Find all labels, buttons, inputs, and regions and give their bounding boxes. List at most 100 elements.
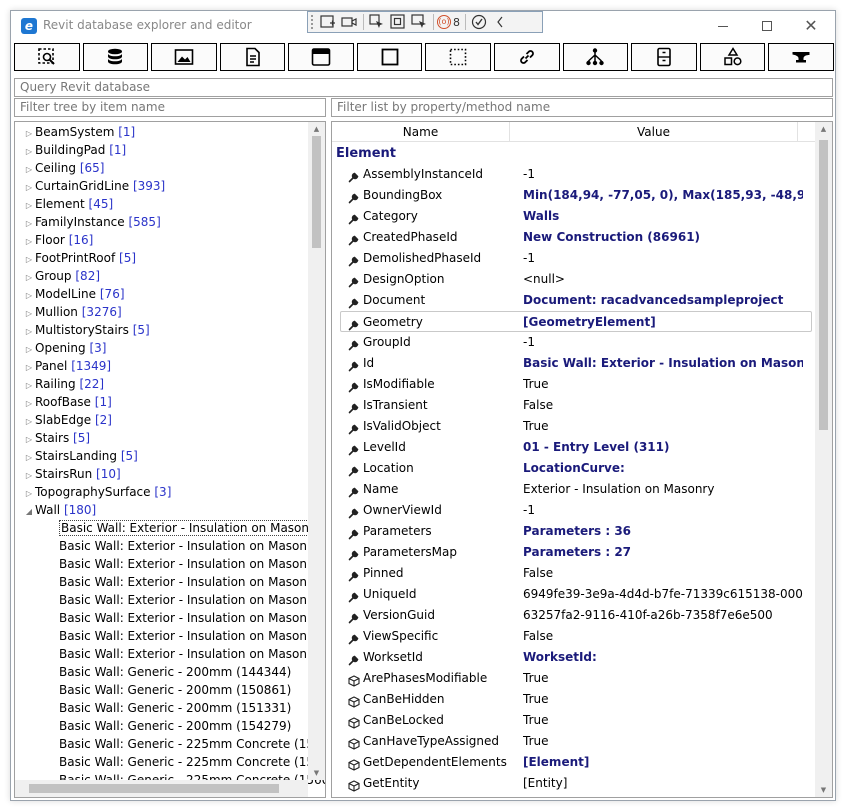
tree-child-item[interactable]: Basic Wall: Generic - 225mm Concrete (15… (15, 753, 325, 771)
tree-item[interactable]: ▷ FootPrintRoof [5] (15, 249, 325, 267)
properties-vertical-scrollbar[interactable]: ▲ ▼ (815, 122, 832, 797)
property-row[interactable]: CanHaveTypeAssigned True (332, 731, 816, 752)
add-frame-button[interactable] (318, 13, 338, 31)
collapse-toolbar-button[interactable] (490, 13, 510, 31)
list-filter-input[interactable]: Filter list by property/method name (331, 98, 833, 117)
query-input[interactable]: Query Revit database (14, 78, 833, 97)
tree-child-item[interactable]: Basic Wall: Exterior - Insulation on Mas… (15, 519, 325, 537)
tree-child-item[interactable]: Basic Wall: Exterior - Insulation on Mas… (15, 573, 325, 591)
snoop-forge-button[interactable] (768, 43, 834, 71)
tree-child-item[interactable]: Basic Wall: Exterior - Insulation on Mas… (15, 591, 325, 609)
property-value[interactable]: Parameters : 36 (523, 521, 803, 542)
tree-item[interactable]: ▷ StairsRun [10] (15, 465, 325, 483)
property-row[interactable]: AssemblyInstanceId -1 (332, 164, 816, 185)
property-value[interactable]: [Element] (523, 752, 803, 773)
property-row[interactable]: Category Walls (332, 206, 816, 227)
property-row[interactable]: CanBeHidden True (332, 689, 816, 710)
tree-item[interactable]: ▷ Floor [16] (15, 231, 325, 249)
property-row[interactable]: OwnerViewId -1 (332, 500, 816, 521)
snoop-shapes-button[interactable] (699, 43, 766, 71)
snoop-database-button[interactable] (82, 43, 149, 71)
tree-child-item[interactable]: Basic Wall: Exterior - Insulation on Mas… (15, 627, 325, 645)
property-row[interactable]: GroupId -1 (332, 332, 816, 353)
video-button[interactable] (339, 13, 359, 31)
maximize-button[interactable] (747, 15, 787, 37)
tree-item[interactable]: ▷ TopographySurface [3] (15, 483, 325, 501)
tree-child-item[interactable]: Basic Wall: Exterior - Insulation on Mas… (15, 609, 325, 627)
minimize-button[interactable] (703, 15, 743, 37)
property-row[interactable]: IsValidObject True (332, 416, 816, 437)
tree-child-item[interactable]: Basic Wall: Exterior - Insulation on Mas… (15, 645, 325, 663)
scroll-up-icon[interactable]: ▲ (815, 122, 832, 136)
element-select-button[interactable] (409, 13, 429, 31)
tree-child-item[interactable]: Basic Wall: Generic - 200mm (150861) (15, 681, 325, 699)
properties-scroll-thumb[interactable] (819, 140, 828, 430)
property-row[interactable]: IsModifiable True (332, 374, 816, 395)
property-value[interactable]: Document: racadvancedsampleproject (523, 290, 803, 311)
column-header-name[interactable]: Name (332, 122, 510, 141)
scroll-down-icon[interactable]: ▼ (308, 766, 325, 780)
tree-child-item[interactable]: Basic Wall: Generic - 225mm Concrete (15… (15, 735, 325, 753)
snoop-document-button[interactable] (219, 43, 286, 71)
tree-item-expanded[interactable]: ◢ Wall [180] (15, 501, 325, 519)
tree-filter-input[interactable]: Filter tree by item name (14, 98, 326, 117)
tree-item[interactable]: ▷ Ceiling [65] (15, 159, 325, 177)
pointer-select-button[interactable] (367, 13, 387, 31)
property-row[interactable]: GetEntity [Entity] (332, 773, 816, 794)
property-row[interactable]: Name Exterior - Insulation on Masonry (332, 479, 816, 500)
property-value[interactable]: [GeometryElement] (523, 312, 803, 333)
tree-item[interactable]: ▷ StairsLanding [5] (15, 447, 325, 465)
tree-item[interactable]: ▷ FamilyInstance [585] (15, 213, 325, 231)
snoop-face-button[interactable] (356, 43, 423, 71)
property-row[interactable]: ArePhasesModifiable True (332, 668, 816, 689)
property-row[interactable]: Location LocationCurve: (332, 458, 816, 479)
property-value[interactable]: Walls (523, 206, 803, 227)
property-value[interactable]: New Construction (86961) (523, 227, 803, 248)
property-row[interactable]: LevelId 01 - Entry Level (311) (332, 437, 816, 458)
tree-child-item[interactable]: Basic Wall: Exterior - Insulation on Mas… (15, 537, 325, 555)
tree-item[interactable]: ▷ CurtainGridLine [393] (15, 177, 325, 195)
property-value[interactable]: 01 - Entry Level (311) (523, 437, 803, 458)
property-row[interactable]: VersionGuid 63257fa2-9116-410f-a26b-7358f… (332, 605, 816, 626)
snoop-view-button[interactable] (151, 43, 217, 71)
property-row[interactable]: WorksetId WorksetId: (332, 647, 816, 668)
tree-scroll-thumb[interactable] (312, 136, 321, 248)
property-row[interactable]: ViewSpecific False (332, 626, 816, 647)
region-select-button[interactable] (388, 13, 408, 31)
tree-item[interactable]: ▷ ModelLine [76] (15, 285, 325, 303)
property-value[interactable]: LocationCurve: (523, 458, 803, 479)
property-value[interactable]: Min(184,94, -77,05, 0), Max(185,93, -48,… (523, 185, 803, 206)
snoop-schemas-button[interactable] (631, 43, 697, 71)
issues-badge[interactable]: (o) 8 (437, 15, 460, 29)
property-row[interactable]: Geometry [GeometryElement] (340, 311, 812, 332)
scroll-up-icon[interactable]: ▲ (308, 122, 325, 136)
tree-item[interactable]: ▷ BuildingPad [1] (15, 141, 325, 159)
tree-hscroll-thumb[interactable] (29, 784, 279, 793)
snoop-selection-button[interactable] (14, 43, 80, 71)
property-row[interactable]: IsTransient False (332, 395, 816, 416)
close-button[interactable]: ✕ (791, 15, 831, 37)
property-row[interactable]: DemolishedPhaseId -1 (332, 248, 816, 269)
column-header-value[interactable]: Value (510, 122, 798, 141)
tree-item[interactable]: ▷ Panel [1349] (15, 357, 325, 375)
tree-item[interactable]: ▷ Railing [22] (15, 375, 325, 393)
tree-child-item[interactable]: Basic Wall: Generic - 200mm (154279) (15, 717, 325, 735)
property-row[interactable]: UniqueId 6949fe39-3e9a-4d4d-b7fe-71339c61… (332, 584, 816, 605)
property-row[interactable]: CreatedPhaseId New Construction (86961) (332, 227, 816, 248)
tree-item[interactable]: ▷ Group [82] (15, 267, 325, 285)
tree-item[interactable]: ▷ Element [45] (15, 195, 325, 213)
snoop-link-button[interactable] (494, 43, 560, 71)
grip-handle[interactable] (311, 15, 315, 29)
property-row[interactable]: CanBeLocked True (332, 710, 816, 731)
tree-item[interactable]: ▷ BeamSystem [1] (15, 123, 325, 141)
property-row[interactable]: Document Document: racadvancedsampleproje… (332, 290, 816, 311)
property-value[interactable]: Basic Wall: Exterior - Insulation on Mas… (523, 353, 803, 374)
tree-item[interactable]: ▷ Opening [3] (15, 339, 325, 357)
tree-vertical-scrollbar[interactable]: ▲ ▼ (308, 122, 325, 780)
property-row[interactable]: Id Basic Wall: Exterior - Insulation on M… (332, 353, 816, 374)
tree-item[interactable]: ▷ MultistoryStairs [5] (15, 321, 325, 339)
tree-child-item[interactable]: Basic Wall: Generic - 200mm (151331) (15, 699, 325, 717)
property-row[interactable]: DesignOption <null> (332, 269, 816, 290)
property-row[interactable]: BoundingBox Min(184,94, -77,05, 0), Max(1… (332, 185, 816, 206)
tree-item[interactable]: ▷ Stairs [5] (15, 429, 325, 447)
